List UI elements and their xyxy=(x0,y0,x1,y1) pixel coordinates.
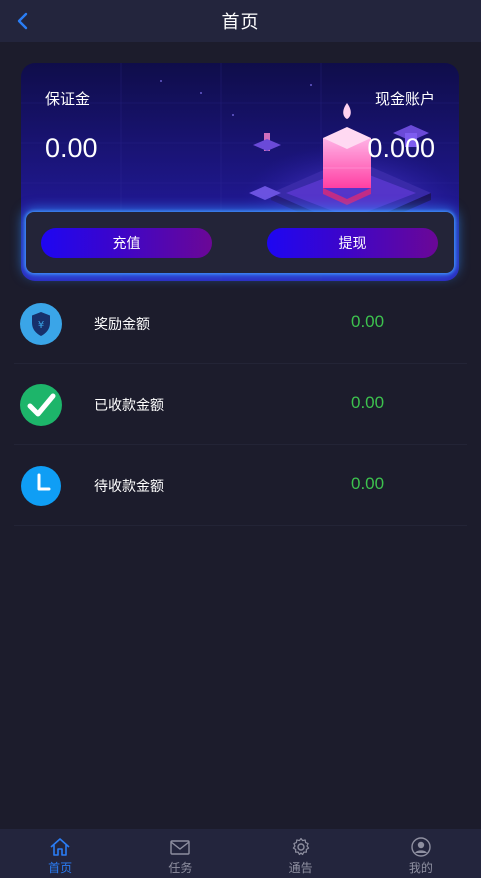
amount-list: ¥ 奖励金额 0.00 已收款金额 0.00 待收款金额 0.00 xyxy=(0,283,481,526)
check-circle-icon xyxy=(20,384,62,426)
tab-home-label: 首页 xyxy=(48,861,73,875)
action-bar: 充值 提现 xyxy=(26,212,454,273)
list-item-pending[interactable]: 待收款金额 0.00 xyxy=(14,445,467,526)
svg-text:¥: ¥ xyxy=(38,320,44,331)
tab-notices-label: 通告 xyxy=(288,861,313,875)
withdraw-button[interactable]: 提现 xyxy=(267,228,438,258)
cash-account-value: 0.000 xyxy=(367,133,435,163)
list-item-value: 0.00 xyxy=(351,474,385,493)
tab-profile[interactable]: 我的 xyxy=(361,829,481,878)
list-item-received[interactable]: 已收款金额 0.00 xyxy=(14,364,467,445)
clock-icon xyxy=(21,466,61,506)
deposit-label: 保证金 xyxy=(45,90,91,108)
tab-notices[interactable]: 通告 xyxy=(241,829,361,878)
user-icon xyxy=(411,837,431,857)
mail-icon xyxy=(170,840,191,855)
tab-tasks-label: 任务 xyxy=(168,861,193,875)
cash-account-label: 现金账户 xyxy=(374,90,435,108)
page-title: 首页 xyxy=(221,12,260,33)
tab-home[interactable]: 首页 xyxy=(0,829,120,878)
back-button[interactable] xyxy=(8,6,38,36)
recharge-button[interactable]: 充值 xyxy=(41,228,212,258)
deposit-value: 0.00 xyxy=(45,133,98,163)
list-item-label: 奖励金额 xyxy=(94,317,150,333)
list-item-reward[interactable]: ¥ 奖励金额 0.00 xyxy=(14,283,467,364)
tab-tasks[interactable]: 任务 xyxy=(120,829,240,878)
gear-icon xyxy=(292,837,309,856)
list-item-value: 0.00 xyxy=(351,393,385,412)
list-item-label: 待收款金额 xyxy=(94,479,164,495)
tab-profile-label: 我的 xyxy=(408,861,433,875)
bottom-tab-bar: 首页 任务 通告 我的 xyxy=(0,829,481,878)
home-icon xyxy=(50,838,70,856)
list-item-value: 0.00 xyxy=(351,312,385,331)
chevron-left-icon xyxy=(17,12,28,30)
list-item-label: 已收款金额 xyxy=(94,398,164,414)
top-nav-bar: 首页 xyxy=(0,0,481,42)
yen-shield-icon: ¥ xyxy=(20,303,62,345)
